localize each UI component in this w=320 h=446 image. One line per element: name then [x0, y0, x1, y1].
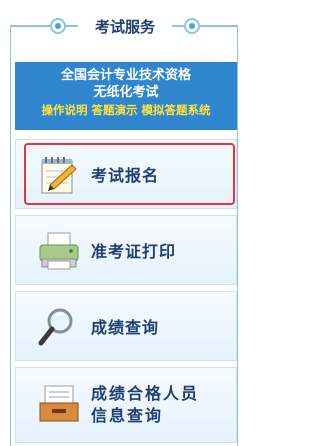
header-divider-left-inner — [66, 25, 78, 27]
menu-item-label: 成绩合格人员 信息查询 — [91, 368, 199, 442]
header-divider-right — [200, 25, 238, 27]
magnifier-icon — [38, 308, 73, 346]
menu-item-label-line-2: 信息查询 — [91, 406, 164, 425]
panel-title: 考试服务 — [78, 16, 172, 37]
paperless-exam-banner[interactable]: 全国会计专业技术资格 无纸化考试 操作说明 答题演示 模拟答题系统 — [15, 62, 237, 130]
menu-item-label-line-1: 成绩合格人员 — [91, 384, 200, 403]
selected-item-highlight — [24, 143, 235, 205]
banner-line-1: 全国会计专业技术资格 — [60, 68, 191, 83]
header-dot-left — [50, 18, 66, 34]
menu-item-score-query[interactable]: 成绩查询 — [15, 291, 237, 361]
printer-icon — [39, 232, 79, 270]
header-divider-left — [10, 25, 50, 27]
header-divider-right-inner — [172, 25, 184, 27]
header-dot-right — [184, 18, 200, 34]
panel-header: 考试服务 — [0, 10, 250, 42]
menu-item-label: 准考证打印 — [91, 242, 177, 261]
banner-line-2: 无纸化考试 — [93, 85, 159, 100]
menu-item-admission-ticket-print[interactable]: 准考证打印 — [15, 215, 237, 285]
menu-item-label: 成绩查询 — [91, 318, 160, 337]
file-tray-icon — [39, 385, 79, 422]
menu-item-qualified-info-query[interactable]: 成绩合格人员 信息查询 — [15, 367, 237, 443]
banner-links[interactable]: 操作说明 答题演示 模拟答题系统 — [15, 101, 237, 120]
